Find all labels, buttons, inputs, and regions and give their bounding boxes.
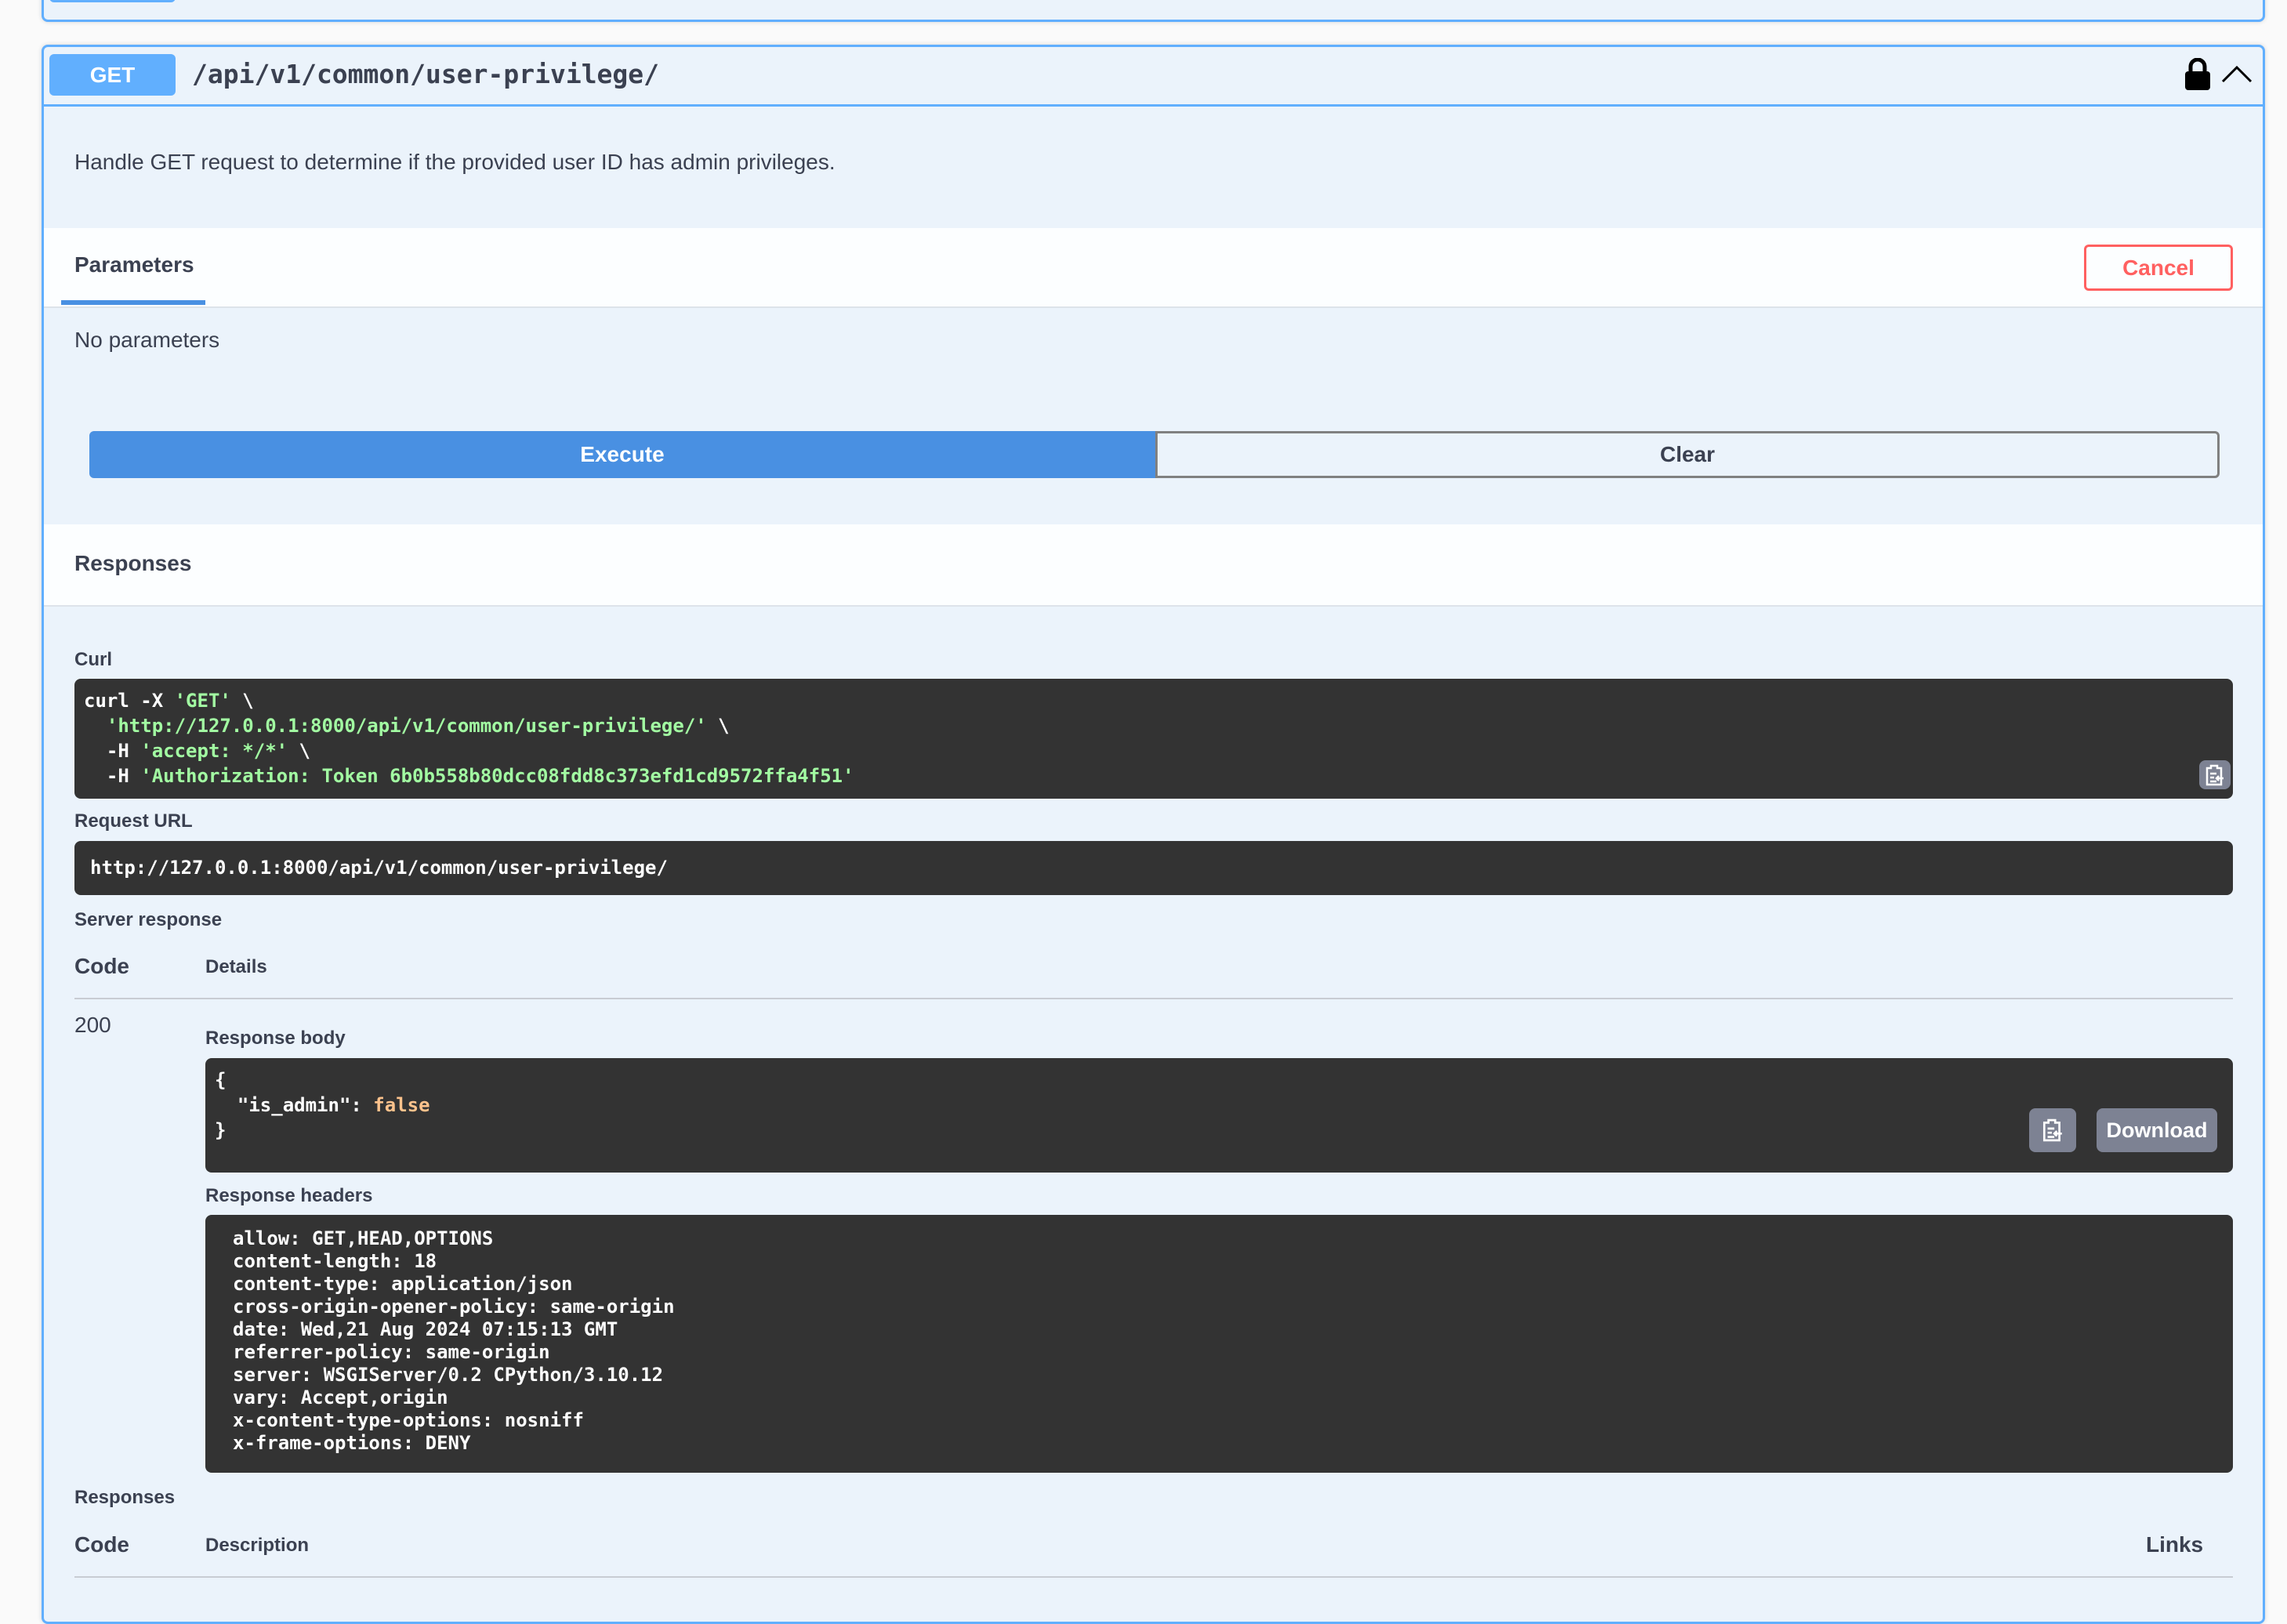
curl-text: \ [288,740,310,762]
response-header-line: server: WSGIServer/0.2 CPython/3.10.12 [233,1364,664,1386]
server-response-label: Server response [74,909,223,930]
response-header-line: content-length: 18 [233,1250,437,1272]
response-body-block: { "is_admin": false } [205,1058,2233,1173]
curl-text: -H [84,740,141,762]
response-headers-block: allow: GET,HEAD,OPTIONS content-length: 1… [205,1215,2233,1473]
response-status-code: 200 [74,1013,111,1037]
curl-line: curl -X 'GET' \ [84,688,2224,713]
server-response-code-header: Code [74,954,129,978]
endpoint-description: Handle GET request to determine if the p… [74,150,835,174]
curl-line: -H 'accept: */*' \ [84,738,2224,763]
response-header-line: allow: GET,HEAD,OPTIONS [233,1227,494,1249]
lock-icon[interactable] [2184,58,2211,91]
response-header-line: cross-origin-opener-policy: same-origin [233,1296,675,1318]
curl-string: 'GET' [174,690,231,712]
json-brace: } [215,1119,227,1141]
copy-response-button[interactable] [2029,1108,2076,1152]
response-header-line: referrer-policy: same-origin [233,1341,550,1363]
clipboard-icon [2205,764,2224,785]
operation-card: GET /api/v1/common/user-privilege/ Handl… [42,45,2265,1624]
divider [74,1576,2233,1578]
responses-links-header: Links [2146,1532,2204,1557]
divider [74,998,2233,999]
curl-command-block: curl -X 'GET' \ 'http://127.0.0.1:8000/a… [74,679,2233,799]
endpoint-path: /api/v1/common/user-privilege/ [192,59,660,89]
previous-method-badge [49,0,176,2]
response-header-line: date: Wed,21 Aug 2024 07:15:13 GMT [233,1318,618,1340]
curl-text: \ [706,715,730,737]
previous-operation-card[interactable] [42,0,2265,22]
response-header-line: x-content-type-options: nosniff [233,1409,584,1431]
clipboard-icon [2042,1118,2062,1142]
curl-text [84,715,107,737]
curl-line: -H 'Authorization: Token 6b0b558b80dcc08… [84,763,2224,788]
responses-description-header: Description [205,1535,310,1556]
response-body-label: Response body [205,1028,346,1049]
method-badge: GET [49,54,176,96]
responses-header: Responses [44,524,2263,607]
copy-curl-button[interactable] [2199,760,2231,789]
chevron-up-icon[interactable] [2221,64,2253,83]
response-header-line: x-frame-options: DENY [233,1432,471,1454]
no-parameters-text: No parameters [74,328,220,352]
parameters-header: Parameters Cancel [44,228,2263,308]
clear-button[interactable]: Clear [1155,431,2220,478]
json-value: false [373,1094,430,1116]
cancel-button[interactable]: Cancel [2084,245,2233,291]
responses-title: Responses [74,551,192,575]
responses-label: Responses [74,1487,176,1508]
response-header-line: content-type: application/json [233,1273,573,1295]
json-key: "is_admin": [215,1094,374,1116]
request-url-value: http://127.0.0.1:8000/api/v1/common/user… [74,841,2233,895]
response-headers-label: Response headers [205,1185,373,1206]
curl-string: 'accept: */*' [140,740,288,762]
curl-line: 'http://127.0.0.1:8000/api/v1/common/use… [84,713,2224,738]
tab-parameters[interactable]: Parameters [61,228,205,305]
server-response-details-header: Details [205,956,267,977]
request-url-label: Request URL [74,810,193,832]
curl-string: 'http://127.0.0.1:8000/api/v1/common/use… [106,715,707,737]
download-button[interactable]: Download [2097,1108,2217,1152]
curl-text: \ [230,690,254,712]
curl-text: -H [84,765,141,787]
response-header-line: vary: Accept,origin [233,1387,448,1408]
curl-label: Curl [74,649,112,670]
operation-header[interactable]: GET /api/v1/common/user-privilege/ [44,47,2263,107]
tab-parameters-label: Parameters [74,252,194,277]
curl-text: curl -X [84,690,175,712]
json-brace: { [215,1069,227,1091]
execute-button[interactable]: Execute [89,431,1155,478]
responses-code-header: Code [74,1532,129,1557]
curl-string: 'Authorization: Token 6b0b558b80dcc08fdd… [140,765,854,787]
